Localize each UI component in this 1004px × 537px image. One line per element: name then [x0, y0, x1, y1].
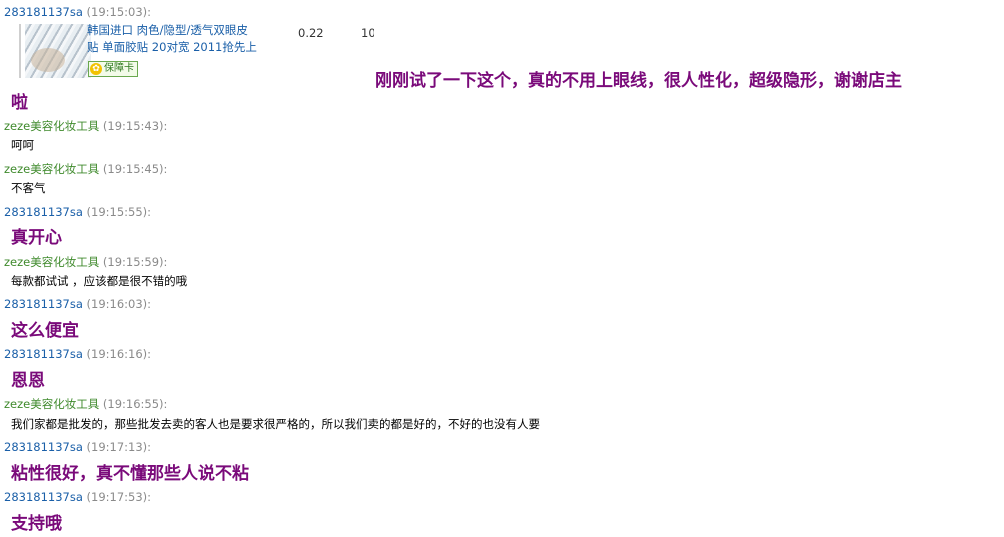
timestamp: (19:17:13):	[86, 440, 152, 454]
message-text: 这么便宜	[11, 321, 79, 341]
message-text: 支持哦	[11, 514, 62, 534]
guarantee-label: 保障卡	[104, 63, 134, 74]
sender-name[interactable]: 283181137sa	[4, 440, 83, 454]
message-text: 恩恩	[11, 371, 45, 391]
message-header: zeze美容化妆工具 (19:15:45):	[4, 161, 167, 177]
sender-name[interactable]: zeze美容化妆工具	[4, 255, 99, 269]
message-text: 刚刚试了一下这个，真的不用上眼线，很人性化，超级隐形，谢谢店主	[375, 71, 902, 91]
product-quantity: 10	[361, 26, 374, 40]
product-thumbnail[interactable]	[25, 24, 91, 78]
message-text: 粘性很好，真不懂那些人说不粘	[11, 464, 249, 484]
guarantee-icon: ✿	[90, 63, 102, 75]
product-title[interactable]: 韩国进口 肉色/隐型/透气双眼皮 贴 单面胶贴 20对宽 2011抢先上	[87, 22, 277, 56]
message-header: zeze美容化妆工具 (19:16:55):	[4, 396, 167, 412]
sender-name[interactable]: 283181137sa	[4, 205, 83, 219]
message-header: 283181137sa (19:17:13):	[4, 440, 151, 454]
timestamp: (19:15:59):	[102, 255, 168, 269]
sender-name[interactable]: 283181137sa	[4, 490, 83, 504]
message-header: zeze美容化妆工具 (19:15:43):	[4, 118, 167, 134]
product-price: 0.22	[298, 26, 324, 40]
timestamp: (19:16:55):	[102, 397, 168, 411]
message-header: zeze美容化妆工具 (19:15:59):	[4, 254, 167, 270]
guarantee-badge[interactable]: ✿ 保障卡	[88, 61, 138, 77]
sender-name[interactable]: zeze美容化妆工具	[4, 162, 99, 176]
sender-name[interactable]: zeze美容化妆工具	[4, 119, 99, 133]
message-text: 呵呵	[11, 138, 34, 152]
message-text: 不客气	[11, 181, 46, 195]
timestamp: (19:15:43):	[102, 119, 168, 133]
product-title-line[interactable]: 韩国进口 肉色/隐型/透气双眼皮	[87, 22, 277, 39]
timestamp: (19:15:55):	[86, 205, 152, 219]
product-title-line[interactable]: 贴 单面胶贴 20对宽 2011抢先上	[87, 39, 277, 56]
sender-name[interactable]: zeze美容化妆工具	[4, 397, 99, 411]
message-text: 真开心	[11, 228, 62, 248]
divider	[19, 24, 21, 78]
sender-name[interactable]: 283181137sa	[4, 5, 83, 19]
timestamp: (19:17:53):	[86, 490, 152, 504]
message-header: 283181137sa (19:16:03):	[4, 297, 151, 311]
timestamp: (19:16:16):	[86, 347, 152, 361]
timestamp: (19:15:03):	[86, 5, 152, 19]
message-header: 283181137sa (19:15:03):	[4, 5, 151, 19]
product-card[interactable]: 韩国进口 肉色/隐型/透气双眼皮 贴 单面胶贴 20对宽 2011抢先上 ✿ 保…	[13, 20, 375, 82]
timestamp: (19:16:03):	[86, 297, 152, 311]
message-header: 283181137sa (19:15:55):	[4, 205, 151, 219]
message-header: 283181137sa (19:17:53):	[4, 490, 151, 504]
message-header: 283181137sa (19:16:16):	[4, 347, 151, 361]
sender-name[interactable]: 283181137sa	[4, 347, 83, 361]
message-text-continued: 啦	[11, 93, 28, 113]
message-text: 我们家都是批发的，那些批发去卖的客人也是要求很严格的，所以我们卖的都是好的，不好…	[11, 417, 540, 431]
sender-name[interactable]: 283181137sa	[4, 297, 83, 311]
message-text: 每款都试试 ，应该都是很不错的哦	[11, 274, 188, 288]
timestamp: (19:15:45):	[102, 162, 168, 176]
